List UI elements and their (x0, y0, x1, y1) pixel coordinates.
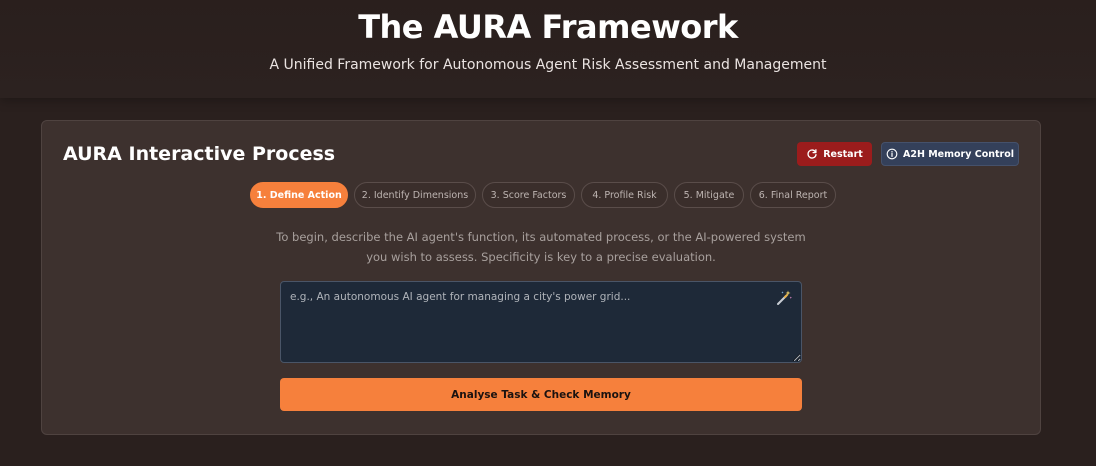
tab-mitigate[interactable]: 5. Mitigate (674, 182, 744, 208)
tab-score-factors[interactable]: 3. Score Factors (482, 182, 575, 208)
panel-title: AURA Interactive Process (63, 143, 336, 165)
memory-control-button[interactable]: A2H Memory Control (881, 142, 1019, 166)
instructions-text: To begin, describe the AI agent's functi… (276, 230, 806, 264)
tab-identify-dimensions[interactable]: 2. Identify Dimensions (354, 182, 476, 208)
process-panel: AURA Interactive Process Restart A2H Mem… (41, 120, 1041, 435)
step-tabs: 1. Define Action 2. Identify Dimensions … (250, 182, 836, 208)
refresh-icon (806, 148, 818, 160)
restart-button[interactable]: Restart (797, 142, 872, 166)
page-title: The AURA Framework (358, 8, 738, 46)
page-header: The AURA Framework A Unified Framework f… (0, 0, 1096, 98)
tab-final-report[interactable]: 6. Final Report (750, 182, 836, 208)
task-input-wrapper (280, 281, 802, 363)
page-subtitle: A Unified Framework for Autonomous Agent… (269, 57, 827, 73)
tab-define-action[interactable]: 1. Define Action (250, 182, 348, 208)
task-description-input[interactable] (280, 281, 802, 363)
analyse-task-button[interactable]: Analyse Task & Check Memory (280, 378, 802, 411)
restart-label: Restart (823, 148, 863, 160)
memory-control-label: A2H Memory Control (903, 148, 1014, 160)
tab-profile-risk[interactable]: 4. Profile Risk (581, 182, 668, 208)
info-circle-icon (886, 148, 898, 160)
magic-wand-icon[interactable] (775, 289, 793, 307)
